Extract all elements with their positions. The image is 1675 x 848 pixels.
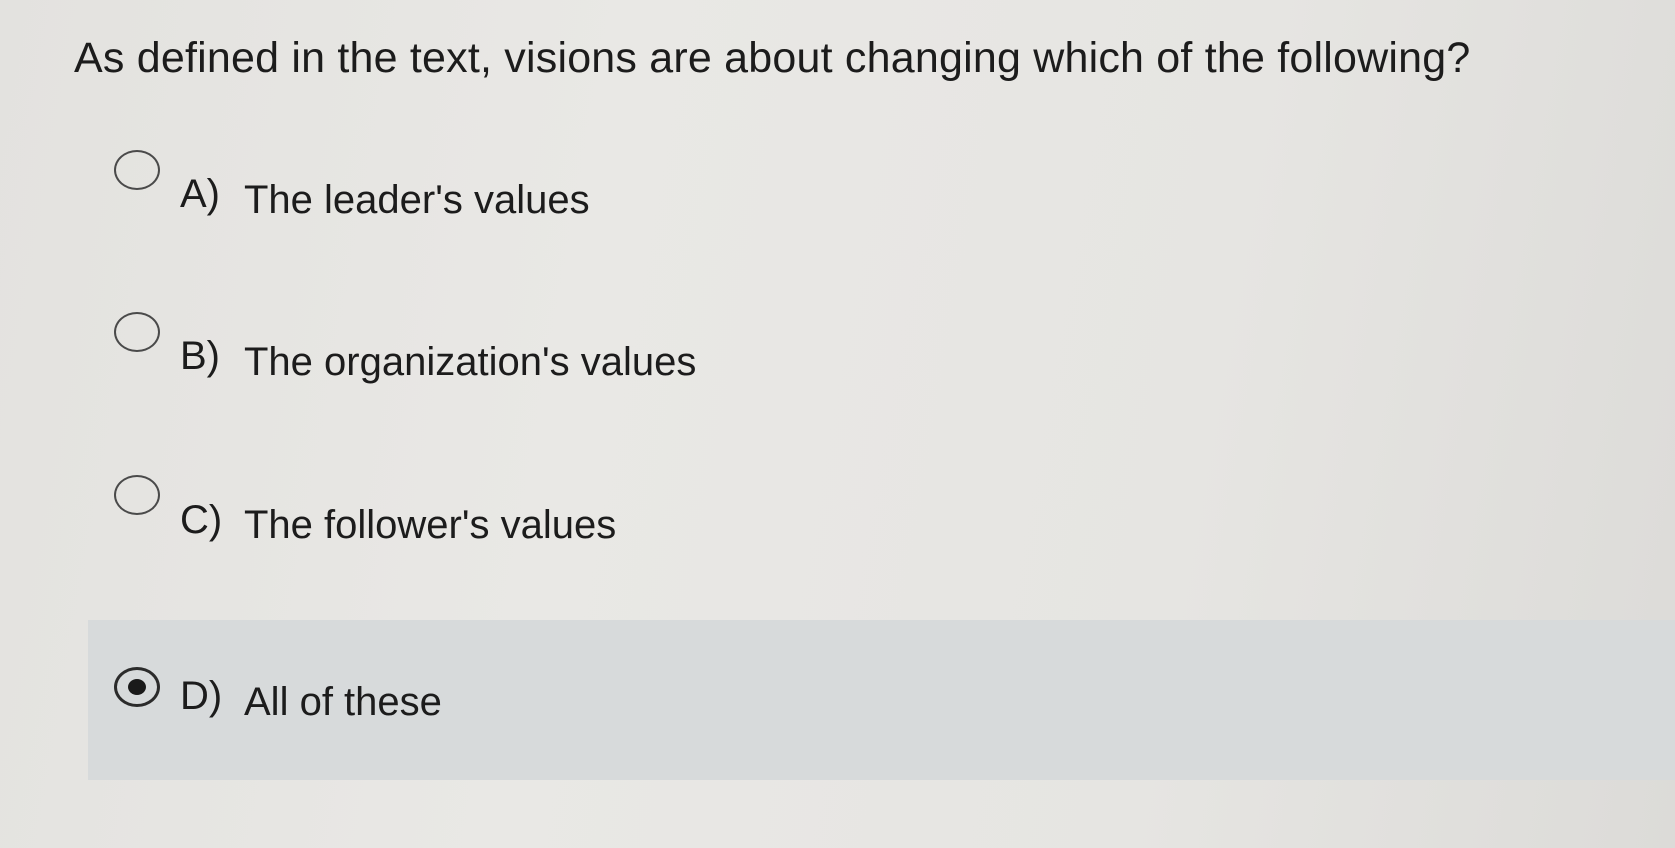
option-letter-a: A) [180,172,220,216]
radio-button-a[interactable] [114,150,160,190]
option-text-a: The leader's values [244,178,590,222]
answer-options: A) The leader's values B) The organizati… [0,0,1675,848]
option-text-b: The organization's values [244,340,697,384]
option-text-d: All of these [244,680,442,724]
option-letter-b: B) [180,334,220,378]
option-letter-c: C) [180,498,223,542]
option-c[interactable]: C) The follower's values [88,455,1675,615]
option-b[interactable]: B) The organization's values [88,292,1675,452]
option-letter-d: D) [180,674,223,718]
radio-selected-dot-icon [128,679,146,695]
radio-button-d[interactable] [114,667,160,707]
option-text-c: The follower's values [244,503,617,547]
option-d[interactable]: D) All of these [88,620,1675,780]
radio-button-b[interactable] [114,312,160,352]
radio-button-c[interactable] [114,475,160,515]
option-a[interactable]: A) The leader's values [88,128,1675,288]
